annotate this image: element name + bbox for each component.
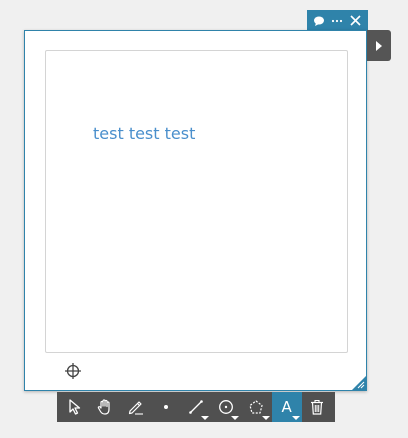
chevron-right-icon bbox=[376, 40, 382, 51]
arrow-pointer-icon bbox=[69, 399, 81, 415]
circle-tool-dropdown-caret[interactable] bbox=[231, 416, 240, 420]
polygon-tool-button[interactable] bbox=[241, 392, 271, 422]
expand-panel-button[interactable] bbox=[367, 30, 391, 61]
hand-icon bbox=[98, 399, 110, 415]
delete-tool-button[interactable] bbox=[302, 392, 332, 422]
select-tool-button[interactable] bbox=[60, 392, 90, 422]
drawing-canvas[interactable]: test test test bbox=[45, 50, 348, 353]
comment-icon[interactable] bbox=[311, 13, 327, 29]
text-tool-dropdown-caret[interactable] bbox=[291, 416, 300, 420]
canvas-text[interactable]: test test test bbox=[93, 124, 195, 143]
annotation-panel: test test test bbox=[24, 30, 367, 391]
pen-icon bbox=[128, 401, 143, 415]
crosshair-icon[interactable] bbox=[63, 361, 83, 381]
close-icon[interactable] bbox=[348, 13, 364, 29]
annotation-header bbox=[307, 10, 368, 31]
line-tool-button[interactable] bbox=[181, 392, 211, 422]
draw-tool-button[interactable] bbox=[120, 392, 150, 422]
polygon-tool-dropdown-caret[interactable] bbox=[261, 416, 270, 420]
line-tool-dropdown-caret[interactable] bbox=[201, 416, 210, 420]
circle-tool-button[interactable] bbox=[211, 392, 241, 422]
polygon-icon bbox=[249, 400, 264, 414]
text-icon: A bbox=[281, 398, 292, 416]
trash-icon bbox=[310, 399, 323, 415]
circle-icon bbox=[219, 400, 234, 414]
more-icon[interactable] bbox=[329, 13, 345, 29]
dot-icon bbox=[163, 405, 168, 409]
resize-handle-icon[interactable] bbox=[352, 376, 366, 390]
text-tool-button[interactable]: A bbox=[271, 392, 302, 422]
pan-tool-button[interactable] bbox=[90, 392, 120, 422]
line-icon bbox=[189, 400, 203, 414]
point-tool-button[interactable] bbox=[151, 392, 181, 422]
drawing-toolbar: A bbox=[57, 392, 335, 422]
